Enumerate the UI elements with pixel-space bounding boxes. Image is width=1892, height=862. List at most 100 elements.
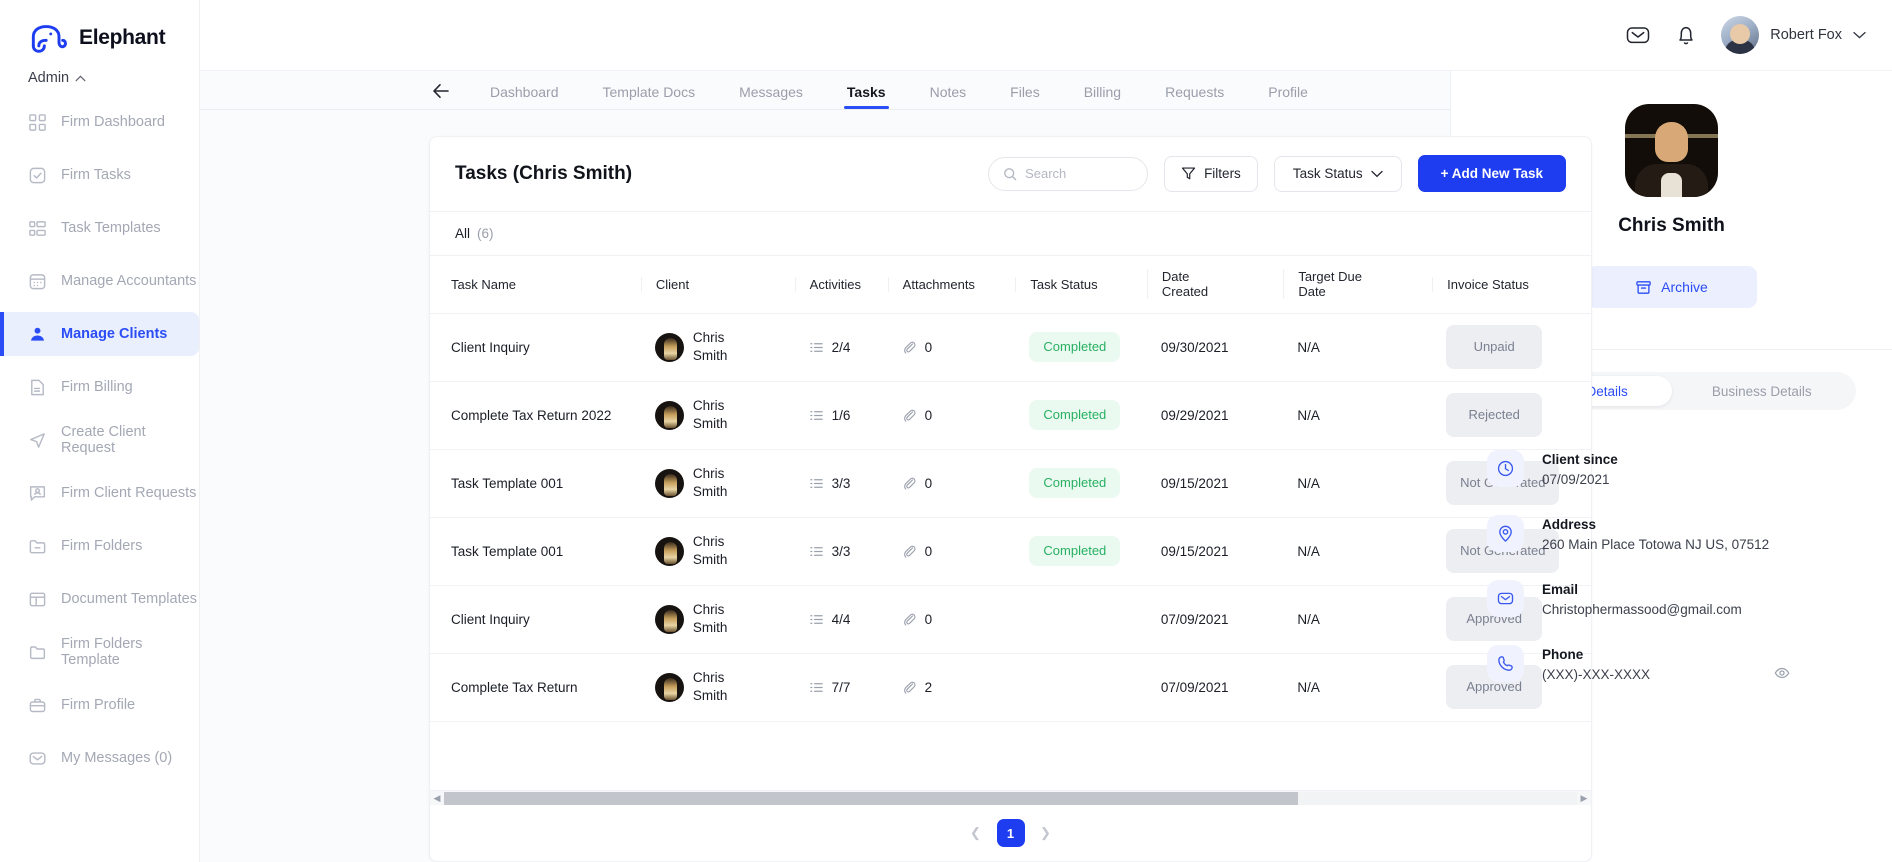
activities-value: 3/3	[831, 475, 851, 491]
sidebar-item-create-client-request[interactable]: Create Client Request	[0, 418, 199, 462]
sidebar-item-firm-profile[interactable]: Firm Profile	[0, 683, 199, 727]
filter-all-count: (6)	[477, 225, 494, 241]
pagination-prev[interactable]: ❮	[963, 820, 989, 846]
col-client: Client	[640, 254, 795, 314]
list-icon	[809, 410, 823, 420]
detail-address: Address 260 Main Place Totowa NJ US, 075…	[1487, 515, 1856, 552]
attachments-chip: 2	[888, 680, 1016, 695]
tab-label: Template Docs	[602, 83, 696, 100]
tasks-toolbar: Tasks (Chris Smith) Filters	[430, 137, 1591, 211]
scroll-right-arrow[interactable]: ▶	[1577, 793, 1591, 804]
search-icon	[1004, 167, 1017, 181]
tab-profile[interactable]: Profile	[1268, 84, 1308, 109]
list-icon	[809, 478, 823, 488]
cell-invoice-status: Unpaid	[1432, 313, 1591, 382]
task-status-wrap: Completed	[1015, 400, 1146, 431]
detail-label: Phone	[1542, 647, 1584, 662]
tab-label: Billing	[1083, 83, 1122, 100]
task-name-text: Client Inquiry	[451, 339, 530, 355]
scroll-thumb[interactable]	[444, 791, 1299, 805]
col-label: Client	[640, 276, 795, 292]
pagination-next[interactable]: ❯	[1033, 820, 1059, 846]
sidebar-item-firm-tasks[interactable]: Firm Tasks	[0, 153, 199, 197]
paperclip-icon	[903, 341, 916, 354]
filter-tab-all[interactable]: All (6)	[430, 210, 1591, 255]
sidebar-item-manage-accountants[interactable]: Manage Accountants	[0, 259, 199, 303]
cell-activities: 1/6	[794, 381, 888, 450]
template-icon	[29, 592, 46, 606]
horizontal-scrollbar[interactable]: ◀ ▶	[430, 790, 1591, 805]
attachments-value: 2	[924, 679, 933, 695]
date-created-text: 07/09/2021	[1160, 611, 1229, 627]
envelope-icon[interactable]	[1625, 22, 1651, 48]
filters-button[interactable]: Filters	[1164, 155, 1258, 192]
invoice-status-badge: Rejected	[1446, 393, 1543, 438]
search-input[interactable]	[1025, 166, 1134, 182]
cell-client: Chris Smith	[640, 313, 795, 382]
sidebar-item-task-templates[interactable]: Task Templates	[0, 206, 199, 250]
sidebar-item-label: Manage Clients	[61, 326, 168, 342]
pagination-page-1[interactable]: 1	[996, 819, 1025, 847]
role-switcher[interactable]: Admin	[0, 58, 199, 86]
table-row[interactable]: Complete Tax Return Chris Smith 7/7 2 07…	[430, 653, 1591, 722]
list-icon	[809, 342, 823, 352]
col-label: Attachments	[887, 276, 1016, 292]
task-name-text: Client Inquiry	[451, 611, 530, 627]
sidebar-item-firm-client-requests[interactable]: Firm Client Requests	[0, 471, 199, 515]
table-row[interactable]: Task Template 001 Chris Smith 3/3 0 Comp…	[430, 517, 1591, 586]
cell-task-status	[1015, 653, 1147, 722]
cell-attachments: 2	[887, 653, 1016, 722]
col-label-line2: Date	[1298, 284, 1326, 300]
sidebar-item-my-messages[interactable]: My Messages (0)	[0, 736, 199, 780]
search-box[interactable]	[988, 156, 1149, 191]
list-icon	[809, 682, 823, 692]
folder-minus-icon	[29, 539, 46, 553]
task-status-dropdown[interactable]: Task Status	[1273, 155, 1402, 192]
sidebar-item-document-templates[interactable]: Document Templates	[0, 577, 199, 621]
scroll-left-arrow[interactable]: ◀	[430, 793, 444, 804]
sidebar-item-manage-clients[interactable]: Manage Clients	[0, 312, 199, 356]
clock-icon	[1487, 450, 1524, 487]
client-chip: Chris Smith	[641, 397, 795, 433]
table-row[interactable]: Client Inquiry Chris Smith 2/4 0 Complet…	[430, 313, 1591, 382]
tab-requests[interactable]: Requests	[1165, 84, 1224, 109]
sidebar-item-firm-dashboard[interactable]: Firm Dashboard	[0, 100, 199, 144]
tab-dashboard[interactable]: Dashboard	[490, 84, 559, 109]
table-row[interactable]: Client Inquiry Chris Smith 4/4 0 07/09/2…	[430, 585, 1591, 654]
tab-template-docs[interactable]: Template Docs	[603, 84, 696, 109]
sidebar-item-firm-folders-template[interactable]: Firm Folders Template	[0, 630, 199, 674]
scroll-track[interactable]	[444, 791, 1577, 805]
cell-activities: 4/4	[794, 585, 888, 654]
cell-attachments: 0	[887, 449, 1016, 518]
avatar	[654, 672, 684, 702]
pagination: ❮ 1 ❯	[430, 805, 1591, 861]
client-name-text: Chris Smith	[692, 466, 728, 500]
tab-notes[interactable]: Notes	[930, 84, 967, 109]
tab-files[interactable]: Files	[1010, 84, 1040, 109]
user-menu[interactable]: Robert Fox	[1721, 16, 1866, 54]
cell-date-created: 09/15/2021	[1146, 517, 1284, 586]
add-new-task-button[interactable]: + Add New Task	[1417, 155, 1566, 193]
arrow-left-icon[interactable]	[430, 80, 452, 102]
target-due-date-text: N/A	[1297, 679, 1320, 695]
activities-value: 1/6	[831, 407, 851, 423]
sidebar-item-firm-billing[interactable]: Firm Billing	[0, 365, 199, 409]
target-due-date-text: N/A	[1297, 407, 1320, 423]
brand[interactable]: Elephant	[0, 0, 199, 58]
table-row[interactable]: Complete Tax Return 2022 ChrisSmith 1/6	[430, 381, 1591, 450]
tab-tasks[interactable]: Tasks	[843, 84, 889, 109]
table-row[interactable]: Task Template 001 Chris Smith 3/3 0 Comp…	[430, 449, 1591, 518]
cell-activities: 2/4	[794, 313, 888, 382]
col-label: Task Name	[451, 276, 517, 292]
cell-target-due-date: N/A	[1283, 313, 1433, 382]
client-chip: Chris Smith	[641, 533, 795, 569]
sidebar-item-label: My Messages (0)	[61, 750, 173, 766]
tab-messages[interactable]: Messages	[739, 84, 803, 109]
segment-business-details[interactable]: Business Details	[1672, 376, 1853, 406]
bell-icon[interactable]	[1673, 22, 1699, 48]
tab-billing[interactable]: Billing	[1084, 84, 1121, 109]
sidebar-item-firm-folders[interactable]: Firm Folders	[0, 524, 199, 568]
paperclip-icon	[903, 613, 916, 626]
archive-button[interactable]: Archive	[1586, 266, 1757, 308]
eye-icon[interactable]	[1774, 665, 1790, 681]
